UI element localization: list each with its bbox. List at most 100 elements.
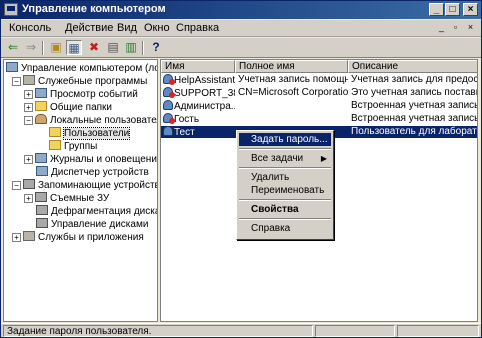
user-description: Это учетная запись поставщика [351, 87, 477, 98]
user-description: Встроенная учетная запись для д [351, 113, 478, 124]
expand-icon[interactable]: + [24, 103, 33, 112]
back-icon[interactable]: ⇐ [5, 40, 21, 55]
collapse-icon[interactable]: − [12, 77, 21, 86]
toolbar-separator [42, 41, 44, 55]
menu-view[interactable]: Вид [117, 22, 137, 34]
tree-item-storage[interactable]: − Запоминающие устройства [12, 179, 158, 191]
delete-icon[interactable]: ✖ [86, 40, 102, 55]
status-panel [315, 325, 395, 337]
user-description: Встроенная учетная запись адми [351, 100, 478, 111]
mdi-minimize-button[interactable]: _ [435, 22, 448, 33]
collapse-icon[interactable]: − [24, 116, 33, 125]
disabled-user-icon [163, 113, 175, 124]
removable-storage-icon [35, 192, 47, 202]
tree-item-shared-folders[interactable]: + Общие папки [24, 101, 112, 113]
tree-item-device-manager[interactable]: Диспетчер устройств [36, 166, 149, 178]
mdi-restore-button[interactable]: ▫ [449, 22, 462, 33]
tree-item-label: Диспетчер устройств [51, 167, 149, 178]
tree-item-label: Съемные ЗУ [50, 193, 110, 204]
tree-item-services-apps[interactable]: + Службы и приложения [12, 231, 144, 243]
tree-item-defrag[interactable]: Дефрагментация диска [36, 205, 158, 217]
menu-item-delete[interactable]: Удалить [239, 171, 331, 184]
title-bar[interactable]: Управление компьютером _ □ × [1, 1, 481, 19]
menu-item-properties[interactable]: Свойства [239, 203, 331, 216]
column-name-header[interactable]: Имя [161, 60, 235, 73]
console-tree[interactable]: Управление компьютером (локаль − Служебны… [3, 59, 158, 322]
menu-item-rename[interactable]: Переименовать [239, 184, 331, 197]
tree-item-label: Общие папки [50, 102, 113, 113]
tree-item-label: Служебные программы [38, 76, 148, 87]
device-manager-icon [36, 166, 48, 176]
expand-icon[interactable]: + [24, 90, 33, 99]
tree-item-root[interactable]: Управление компьютером (локаль [6, 62, 157, 74]
tree-item-label: Запоминающие устройства [38, 180, 158, 191]
menu-bar: Консоль Действие Вид Окно Справка _ ▫ × [1, 20, 481, 37]
show-tree-icon[interactable]: ▦ [66, 40, 82, 55]
expand-icon[interactable]: + [24, 155, 33, 164]
tree-item-event-viewer[interactable]: + Просмотр событий [24, 88, 138, 100]
folder-icon [35, 101, 47, 111]
submenu-arrow-icon: ▶ [320, 154, 327, 163]
list-item[interactable]: Гость Встроенная учетная запись для д [161, 113, 478, 125]
status-text: Задание пароля пользователя. [3, 325, 313, 337]
forward-icon[interactable]: ⇒ [23, 40, 39, 55]
menu-window[interactable]: Окно [144, 22, 170, 34]
menu-separator [239, 218, 331, 220]
defrag-icon [36, 205, 48, 215]
disk-management-icon [36, 218, 48, 228]
computer-management-icon [4, 3, 18, 16]
user-name: Гость [174, 114, 200, 125]
user-name: Администра... [174, 101, 235, 112]
help-icon[interactable]: ? [148, 40, 164, 55]
event-viewer-icon [35, 88, 47, 98]
tree-item-disk-management[interactable]: Управление дисками [36, 218, 148, 230]
user-icon [163, 100, 173, 110]
minimize-button[interactable]: _ [429, 3, 444, 16]
folder-icon [49, 140, 61, 150]
menu-help[interactable]: Справка [176, 22, 219, 34]
list-item[interactable]: Администра... Встроенная учетная запись … [161, 100, 478, 112]
tree-item-label: Просмотр событий [50, 89, 138, 100]
properties-icon[interactable]: ▤ [105, 40, 121, 55]
collapse-icon[interactable]: − [12, 181, 21, 190]
expand-icon[interactable]: + [24, 194, 33, 203]
tree-item-users[interactable]: Пользователи [49, 127, 131, 140]
window-title: Управление компьютером [22, 3, 166, 15]
close-button[interactable]: × [463, 3, 478, 16]
up-icon[interactable]: ▣ [48, 40, 64, 55]
expand-icon[interactable]: + [12, 233, 21, 242]
list-header: Имя Полное имя Описание [161, 60, 477, 73]
computer-icon [6, 62, 18, 72]
storage-icon [23, 179, 35, 189]
tree-item-label: Дефрагментация диска [51, 206, 158, 217]
list-item[interactable]: SUPPORT_38... CN=Microsoft Corporation..… [161, 87, 477, 99]
refresh-icon[interactable]: ▥ [123, 40, 139, 55]
list-item[interactable]: HelpAssistant Учетная запись помощн... У… [161, 74, 477, 86]
toolbar-separator [142, 41, 144, 55]
menu-separator [239, 148, 331, 150]
maximize-button[interactable]: □ [445, 3, 460, 16]
mdi-close-button[interactable]: × [464, 22, 477, 33]
tree-item-local-users[interactable]: − Локальные пользователи и [24, 114, 157, 126]
column-description-header[interactable]: Описание [348, 60, 477, 73]
tree-item-groups[interactable]: Группы [49, 140, 97, 152]
menu-console[interactable]: Консоль [9, 22, 51, 34]
menu-item-help[interactable]: Справка [239, 222, 331, 235]
user-full-name: CN=Microsoft Corporation... [238, 87, 348, 98]
tree-item-label: Службы и приложения [38, 232, 144, 243]
tree-item-logs-alerts[interactable]: + Журналы и оповещения пр [24, 153, 157, 165]
menu-item-all-tasks[interactable]: Все задачи ▶ [239, 152, 331, 165]
menu-separator [239, 199, 331, 201]
tree-item-system-tools[interactable]: − Служебные программы [12, 75, 147, 87]
menu-action[interactable]: Действие [65, 22, 113, 34]
menu-item-set-password[interactable]: Задать пароль... [239, 133, 331, 146]
menu-item-label: Все задачи [251, 153, 304, 164]
toolbar: ⇐ ⇒ ▣ ▦ ✖ ▤ ▥ ? [1, 38, 481, 58]
computer-management-window: Управление компьютером _ □ × Консоль Дей… [0, 0, 482, 338]
tree-item-label: Управление дисками [51, 219, 149, 230]
column-fullname-header[interactable]: Полное имя [235, 60, 348, 73]
tree-item-removable-storage[interactable]: + Съемные ЗУ [24, 192, 109, 204]
user-name: Тест [174, 127, 195, 138]
context-menu: Задать пароль... Все задачи ▶ Удалить Пе… [236, 130, 334, 240]
user-name: HelpAssistant [174, 75, 235, 86]
